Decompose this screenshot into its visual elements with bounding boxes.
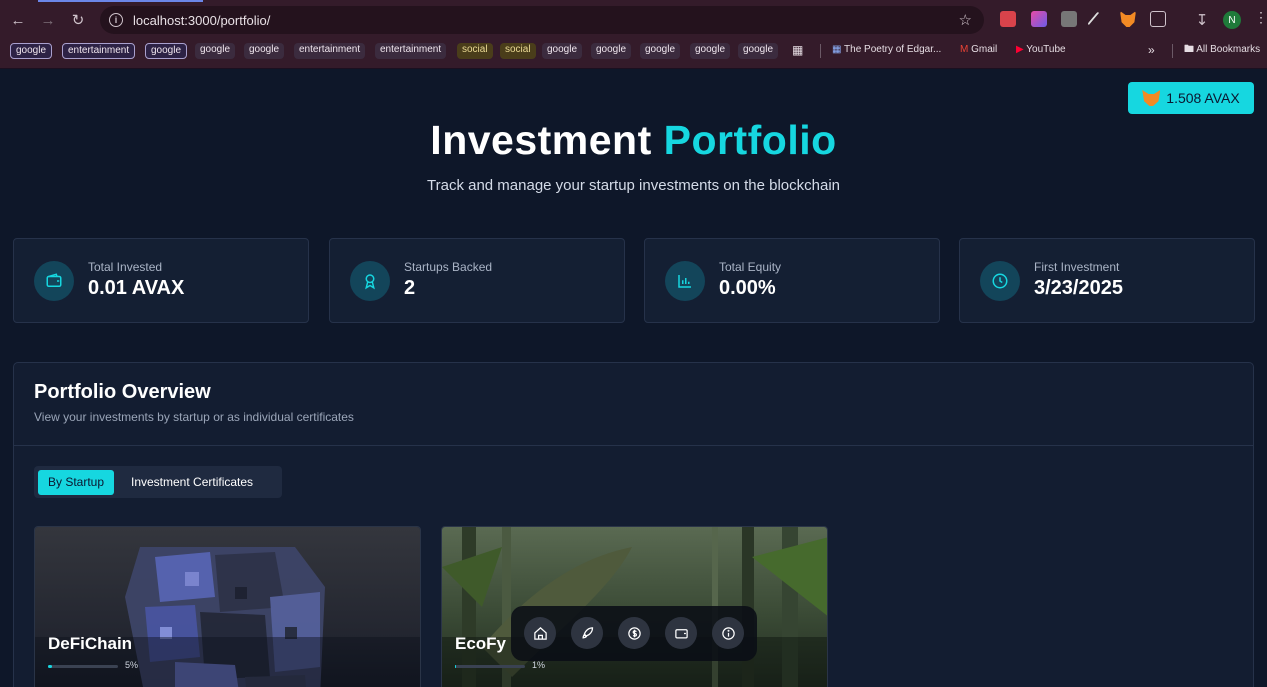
- dollar-icon[interactable]: [618, 617, 650, 649]
- bookmark-gmail[interactable]: M Gmail: [960, 43, 997, 57]
- wallet-icon[interactable]: [665, 617, 697, 649]
- bookmark-item[interactable]: google: [10, 43, 53, 59]
- bookmark-item[interactable]: google: [145, 43, 188, 59]
- startup-name: DeFiChain: [48, 634, 133, 653]
- equity-progress-bar: [48, 665, 118, 668]
- profile-avatar[interactable]: N: [1223, 11, 1241, 29]
- info-icon[interactable]: [712, 617, 744, 649]
- bookmark-separator: [1172, 44, 1173, 58]
- stat-card-total-equity: Total Equity 0.00%: [644, 238, 940, 323]
- page-title: Investment Portfolio: [0, 117, 1267, 164]
- folder-icon: 🖿: [1184, 44, 1197, 55]
- floating-nav-dock: [511, 606, 757, 661]
- grid-sheet-icon: ▦: [832, 44, 845, 55]
- stat-card-total-invested: Total Invested 0.01 AVAX: [13, 238, 309, 323]
- stat-label: Total Invested: [88, 260, 163, 274]
- rocket-icon[interactable]: [571, 617, 603, 649]
- equity-progress-fill: [48, 665, 52, 668]
- bookmark-item[interactable]: google: [690, 43, 731, 59]
- bookmark-item[interactable]: google: [738, 43, 779, 59]
- defichain-cover-image: [35, 527, 420, 687]
- bookmarks-bar: google entertainment google google googl…: [0, 40, 1267, 69]
- pen-extension-icon[interactable]: [1087, 11, 1101, 27]
- bookmark-star-icon[interactable]: ☆: [959, 11, 972, 29]
- bar-chart-icon: [665, 261, 705, 301]
- bookmark-item[interactable]: google: [244, 43, 285, 59]
- bookmark-gmail-label: Gmail: [971, 44, 998, 55]
- view-tabs: By Startup Investment Certificates: [34, 466, 282, 498]
- metamask-fox-icon: [1142, 90, 1161, 106]
- stat-value: 0.00%: [719, 277, 776, 299]
- wallet-icon: [34, 261, 74, 301]
- stat-card-first-investment: First Investment 3/23/2025: [959, 238, 1255, 323]
- address-bar[interactable]: i localhost:3000/portfolio/ ☆: [100, 6, 984, 34]
- menu-icon[interactable]: ⋮: [1254, 9, 1267, 26]
- wallet-balance: 1.508 AVAX: [1166, 90, 1240, 106]
- clock-icon: [980, 261, 1020, 301]
- gmail-icon: M: [960, 44, 972, 55]
- bookmark-item[interactable]: social: [500, 43, 536, 59]
- all-bookmarks[interactable]: 🖿 All Bookmarks: [1184, 43, 1260, 57]
- url-text[interactable]: localhost:3000/portfolio/: [133, 13, 270, 28]
- title-accent: Portfolio: [663, 117, 837, 163]
- extensions-puzzle-icon[interactable]: [1150, 11, 1166, 27]
- bookmarks-overflow-icon[interactable]: »: [1148, 43, 1155, 57]
- extension-icon[interactable]: [1031, 11, 1047, 27]
- award-icon: [350, 261, 390, 301]
- overview-title: Portfolio Overview: [34, 381, 211, 403]
- extension-icon[interactable]: [1000, 11, 1016, 27]
- bookmark-youtube-label: YouTube: [1026, 44, 1066, 55]
- wallet-balance-button[interactable]: 1.508 AVAX: [1128, 82, 1254, 114]
- bookmark-item[interactable]: social: [457, 43, 493, 59]
- stat-label: Total Equity: [719, 260, 782, 274]
- startup-name: EcoFy: [455, 634, 507, 653]
- all-bookmarks-label: All Bookmarks: [1196, 44, 1261, 55]
- tab-investment-certificates[interactable]: Investment Certificates: [121, 470, 263, 495]
- back-icon[interactable]: ←: [8, 10, 28, 30]
- browser-toolbar: ← → ↻ i localhost:3000/portfolio/ ☆ ↧ N …: [0, 0, 1267, 40]
- equity-progress-bar: [455, 665, 525, 668]
- page-subtitle: Track and manage your startup investment…: [427, 177, 840, 194]
- bookmark-poetry[interactable]: ▦ The Poetry of Edgar...: [832, 43, 941, 57]
- reload-icon[interactable]: ↻: [68, 10, 88, 30]
- site-info-icon[interactable]: i: [109, 13, 123, 27]
- bookmark-separator: [820, 44, 821, 58]
- bookmark-item[interactable]: google: [640, 43, 681, 59]
- bookmark-item[interactable]: google: [591, 43, 632, 59]
- home-icon[interactable]: [524, 617, 556, 649]
- stat-card-startups-backed: Startups Backed 2: [329, 238, 625, 323]
- bookmark-youtube[interactable]: ▶ YouTube: [1016, 43, 1066, 57]
- startup-card-defichain[interactable]: DeFiChain 5%: [34, 526, 421, 687]
- equity-percent: 1%: [532, 660, 546, 670]
- active-tab-indicator: [38, 0, 203, 2]
- portfolio-page: 1.508 AVAX Investment Portfolio Track an…: [0, 69, 1267, 687]
- metamask-icon[interactable]: [1120, 11, 1136, 27]
- bookmark-item[interactable]: google: [195, 43, 236, 59]
- overview-subtitle: View your investments by startup or as i…: [34, 410, 354, 424]
- equity-progress-fill: [455, 665, 456, 668]
- bookmark-item[interactable]: entertainment: [62, 43, 136, 59]
- stat-label: Startups Backed: [404, 260, 493, 274]
- forward-icon[interactable]: →: [38, 10, 58, 30]
- youtube-icon: ▶: [1016, 44, 1027, 55]
- extension-icon[interactable]: [1061, 11, 1077, 27]
- bookmark-item[interactable]: google: [542, 43, 583, 59]
- divider: [14, 445, 1253, 446]
- stat-value: 0.01 AVAX: [88, 277, 185, 299]
- download-icon[interactable]: ↧: [1192, 10, 1212, 30]
- bookmark-item[interactable]: entertainment: [294, 43, 366, 59]
- bookmark-item[interactable]: entertainment: [375, 43, 447, 59]
- tab-by-startup[interactable]: By Startup: [38, 470, 115, 495]
- stat-value: 3/23/2025: [1034, 277, 1123, 299]
- equity-percent: 5%: [125, 660, 139, 670]
- apps-grid-icon[interactable]: ▦: [792, 43, 803, 57]
- title-main: Investment: [430, 117, 652, 163]
- stat-label: First Investment: [1034, 260, 1120, 274]
- bookmark-poetry-label: The Poetry of Edgar...: [844, 44, 942, 55]
- stat-value: 2: [404, 277, 416, 299]
